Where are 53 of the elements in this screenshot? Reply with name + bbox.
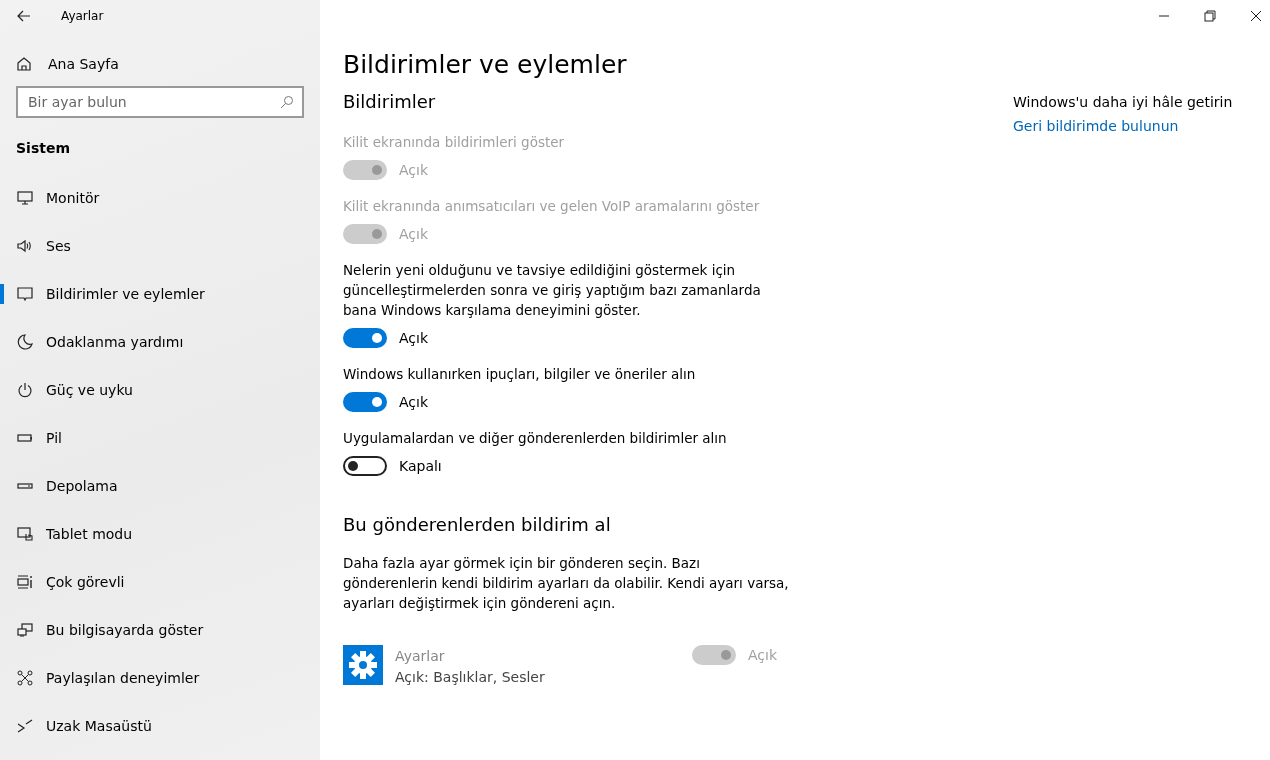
sender-detail: Açık: Başlıklar, Sesler bbox=[395, 668, 545, 687]
nav-item[interactable]: Bu bilgisayarda göster bbox=[0, 606, 320, 654]
setting-label: Kilit ekranında anımsatıcıları ve gelen VoIP aramalarını göster bbox=[343, 197, 761, 216]
toggle-state-label: Açık bbox=[399, 226, 429, 242]
setting-label: Kilit ekranında bildirimleri göster bbox=[343, 133, 566, 152]
nav-icon bbox=[16, 573, 34, 591]
section-heading: Bu gönderenlerden bildirim al bbox=[343, 514, 612, 535]
nav-item[interactable]: Tablet modu bbox=[0, 510, 320, 558]
nav-icon bbox=[16, 333, 34, 351]
setting-label: Nelerin yeni olduğunu ve tavsiye edildiğini göstermek için güncelleştirmelerden sonra ve giriş yaptığım bazı zamanlarda bana Windows karşılama deneyimini göster. bbox=[343, 261, 762, 320]
section-description: Daha fazla ayar görmek için bir gönderen seçin. Bazı gönderenlerin kendi bildirim ayarları da olabilir. Kendi ayarı varsa, ayarları değiştirmek için göndereni açın. bbox=[343, 554, 790, 613]
nav-icon bbox=[16, 621, 34, 639]
nav-item[interactable]: Monitör bbox=[0, 174, 320, 222]
nav-icon bbox=[16, 381, 34, 399]
toggle-state-label: Açık bbox=[399, 162, 429, 178]
toggle-state-label: Açık bbox=[399, 394, 429, 410]
toggle-state-label: Kapalı bbox=[399, 458, 442, 474]
page-title: Bildirimler ve eylemler bbox=[343, 50, 628, 79]
section-heading: Bildirimler bbox=[343, 91, 437, 112]
back-arrow-icon[interactable] bbox=[17, 10, 31, 22]
toggle-state-label: Açık bbox=[399, 330, 429, 346]
setting-label: Uygulamalardan ve diğer gönderenlerden bildirimler alın bbox=[343, 429, 728, 448]
nav-item[interactable]: Depolama bbox=[0, 462, 320, 510]
feedback-link[interactable]: Geri bildirimde bulunun bbox=[1013, 118, 1179, 134]
home-icon bbox=[16, 56, 32, 72]
home-link[interactable]: Ana Sayfa bbox=[16, 56, 119, 72]
nav-item[interactable]: Paylaşılan deneyimler bbox=[0, 654, 320, 702]
nav-icon bbox=[16, 189, 34, 207]
section-heading: Sistem bbox=[16, 140, 70, 156]
nav-item[interactable]: Bildirimler ve eylemler bbox=[0, 270, 320, 318]
window-title: Ayarlar bbox=[61, 9, 104, 23]
nav-icon bbox=[16, 669, 34, 687]
nav-icon bbox=[16, 285, 34, 303]
restore-icon[interactable] bbox=[1204, 10, 1216, 22]
toggle-switch[interactable] bbox=[343, 456, 387, 476]
search-icon bbox=[280, 95, 294, 109]
aside-title: Windows'u daha iyi hâle getirin bbox=[1013, 94, 1233, 110]
nav-icon bbox=[16, 237, 34, 255]
nav-item[interactable]: Çok görevli bbox=[0, 558, 320, 606]
setting-label: Windows kullanırken ipuçları, bilgiler ve öneriler alın bbox=[343, 365, 697, 384]
nav-item[interactable]: Odaklanma yardımı bbox=[0, 318, 320, 366]
nav-icon bbox=[16, 525, 34, 543]
nav-item[interactable]: Ses bbox=[0, 222, 320, 270]
nav-item[interactable]: Pil bbox=[0, 414, 320, 462]
toggle-switch[interactable] bbox=[343, 328, 387, 348]
nav-item[interactable]: Uzak Masaüstü bbox=[0, 702, 320, 750]
nav-icon bbox=[16, 717, 34, 735]
nav-item[interactable]: Güç ve uyku bbox=[0, 366, 320, 414]
search-field[interactable]: Bir ayar bulun bbox=[16, 86, 304, 118]
toggle-switch[interactable] bbox=[343, 392, 387, 412]
close-icon[interactable] bbox=[1250, 10, 1262, 22]
gear-icon bbox=[343, 645, 383, 685]
toggle-state-label: Açık bbox=[748, 647, 778, 663]
